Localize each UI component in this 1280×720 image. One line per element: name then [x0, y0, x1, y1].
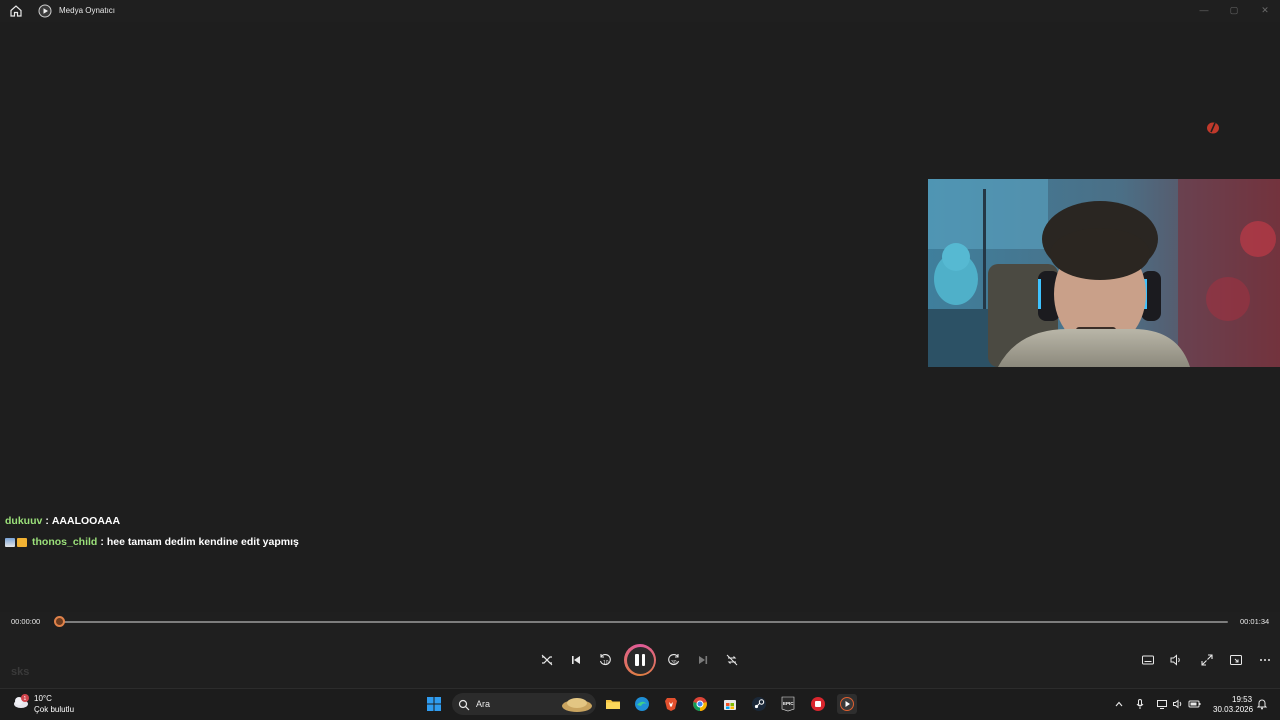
chat-line: thonos_child : hee tamam dedim kendine e… — [5, 536, 299, 548]
seek-thumb[interactable] — [54, 616, 65, 627]
repeat-off-icon[interactable] — [724, 652, 740, 668]
weather-temperature: 10°C — [34, 694, 52, 703]
chevron-up-icon[interactable] — [1112, 697, 1126, 711]
search-highlight-icon — [560, 695, 594, 718]
clock-time[interactable]: 19:53 — [1232, 695, 1252, 704]
brave-browser-icon[interactable] — [661, 694, 681, 714]
notification-bell-icon[interactable] — [1255, 697, 1269, 711]
forward-30-icon[interactable]: 30 — [666, 652, 682, 668]
start-windows-icon[interactable] — [424, 694, 444, 714]
chat-separator: : — [100, 536, 104, 548]
chat-username: thonos_child — [32, 536, 98, 548]
pause-button[interactable] — [624, 644, 656, 676]
window-title: Medya Oynatıcı — [59, 6, 116, 15]
subtitles-icon[interactable] — [1140, 652, 1156, 668]
mini-player-icon[interactable] — [1228, 652, 1244, 668]
crown-badge-icon — [17, 537, 27, 547]
channel-logo-icon — [1205, 120, 1221, 136]
svg-text:10: 10 — [603, 660, 609, 666]
microsoft-store-icon[interactable] — [720, 694, 740, 714]
media-player-window: Medya Oynatıcı — ▢ ✕ dukuuv: AAALOOAAA … — [0, 0, 1280, 688]
minimize-button[interactable]: — — [1197, 4, 1211, 16]
title-bar: Medya Oynatıcı — ▢ ✕ — [0, 0, 1280, 22]
speaker-icon[interactable] — [1171, 697, 1185, 711]
network-icon[interactable] — [1155, 697, 1169, 711]
file-explorer-icon[interactable] — [603, 694, 623, 714]
clock-date[interactable]: 30.03.2026 — [1213, 705, 1253, 714]
chat-separator: : — [45, 515, 49, 527]
chat-line: dukuuv : AAALOOAAA — [5, 515, 120, 527]
webcam-overlay-image — [928, 179, 1280, 367]
edge-browser-icon[interactable] — [632, 694, 652, 714]
weather-cloud-icon[interactable]: 1 — [12, 692, 30, 710]
search-placeholder: Ara — [476, 699, 491, 709]
svg-text:1: 1 — [24, 696, 27, 702]
weather-description: Çok bulutlu — [34, 705, 75, 714]
chat-message: hee tamam dedim kendine edit yapmış — [106, 536, 299, 548]
steam-icon[interactable] — [749, 694, 769, 714]
epic-games-icon[interactable]: EPIC — [778, 694, 798, 714]
game-launcher-icon[interactable] — [808, 694, 828, 714]
seek-bar[interactable] — [60, 621, 1228, 623]
previous-icon[interactable] — [568, 652, 584, 668]
media-player-app-icon — [38, 4, 52, 18]
fullscreen-icon[interactable] — [1199, 652, 1215, 668]
media-player-taskbar-icon[interactable] — [837, 694, 857, 714]
total-duration: 00:01:34 — [1240, 617, 1270, 626]
battery-icon[interactable] — [1188, 697, 1202, 711]
home-icon[interactable] — [9, 4, 23, 18]
microphone-icon[interactable] — [1133, 697, 1147, 711]
chat-message: AAALOOAAA — [51, 515, 121, 527]
shuffle-icon[interactable] — [539, 652, 555, 668]
elapsed-time: 00:00:00 — [11, 617, 41, 626]
taskbar-search[interactable]: Ara — [452, 693, 596, 715]
maximize-button[interactable]: ▢ — [1227, 4, 1241, 16]
search-icon — [458, 698, 470, 716]
badge-icon — [5, 537, 15, 547]
more-options-icon[interactable] — [1257, 652, 1273, 668]
pause-icon — [626, 646, 654, 674]
chat-username: dukuuv — [5, 515, 43, 527]
rewind-10-icon[interactable]: 10 — [597, 652, 613, 668]
svg-text:30: 30 — [671, 660, 677, 666]
chrome-browser-icon[interactable] — [690, 694, 710, 714]
close-button[interactable]: ✕ — [1258, 4, 1272, 16]
svg-text:EPIC: EPIC — [783, 701, 794, 706]
watermark-text: sks — [11, 666, 30, 678]
next-icon[interactable] — [695, 652, 711, 668]
volume-icon[interactable] — [1168, 652, 1184, 668]
